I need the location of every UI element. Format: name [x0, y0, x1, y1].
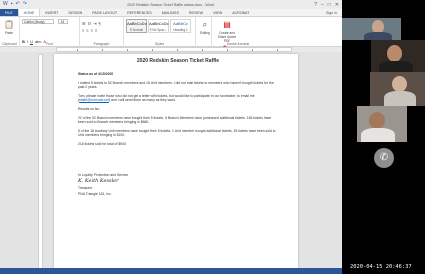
find-icon: ⌕	[202, 20, 208, 29]
tab-mailings[interactable]: MAILINGS	[157, 9, 184, 16]
window-title: 2020 Redskin Season Ticket Raffle status…	[127, 2, 214, 7]
styles-group: AaBbCcDc ¶ Normal AaBbCcDc ¶ No Spac... …	[124, 17, 196, 47]
document-title: 2020 Redskin Season Ticket Raffle	[136, 58, 220, 64]
recording-timestamp: 2020-04-15 20:46:37	[350, 264, 412, 270]
status-line: Status as of 4/15/2020	[78, 72, 114, 76]
clipboard-group: 📋 Paste Clipboard	[0, 17, 20, 47]
status-bar	[0, 268, 342, 274]
font-name-select[interactable]: Calibri (Body)	[22, 19, 54, 24]
signature: K. Keith Kessler	[78, 178, 119, 185]
end-call-button[interactable]: ✆	[374, 148, 394, 168]
tab-design[interactable]: DESIGN	[64, 9, 88, 16]
styles-label: Styles	[154, 42, 165, 46]
sign-in-link[interactable]: Sign in	[321, 9, 342, 16]
align-right-icon[interactable]: ≡	[91, 28, 93, 33]
pdf-icon: ▤	[223, 20, 231, 29]
tab-file[interactable]: FILE	[0, 9, 18, 16]
list-buttons: ☰ ☷ ⇥ ¶	[82, 21, 121, 26]
tab-references[interactable]: REFERENCES	[122, 9, 157, 16]
quick-access-toolbar: W ▪ ↶ ↷	[3, 0, 27, 9]
document-area: 2020 Redskin Season Ticket Raffle Status…	[0, 52, 342, 274]
participant-video-3[interactable]	[370, 72, 425, 106]
style-normal[interactable]: AaBbCcDc ¶ Normal	[126, 19, 147, 33]
style-heading-1[interactable]: AaBbCc Heading 1	[170, 19, 191, 33]
participant-video-2[interactable]	[371, 40, 425, 72]
pilcrow-icon[interactable]: ¶	[99, 21, 101, 26]
indent-icon[interactable]: ⇥	[93, 21, 96, 26]
paragraph-label: Paragraph	[93, 42, 110, 46]
numbering-icon[interactable]: ☷	[88, 21, 92, 26]
paste-button[interactable]: 📋 Paste	[4, 19, 14, 35]
clipboard-label: Clipboard	[2, 42, 17, 46]
ribbon-tabs: FILE HOME INSERT DESIGN PAGE LAYOUT REFE…	[0, 9, 342, 17]
tab-view[interactable]: VIEW	[208, 9, 227, 16]
participant-video-1[interactable]	[342, 18, 401, 40]
create-pdf-button[interactable]: ▤ Create and Share Adobe PDF	[216, 19, 238, 43]
clipboard-icon: 📋	[4, 20, 14, 29]
participant-2-face	[387, 45, 402, 62]
email-link[interactable]: kfaith@comcast.net	[79, 98, 109, 102]
signer-role: Treasurer	[78, 186, 93, 191]
screen: W ▪ ↶ ↷ 2020 Redskin Season Ticket Raffl…	[0, 0, 425, 274]
participant-video-4[interactable]	[357, 106, 407, 142]
word-icon: W	[3, 1, 8, 7]
ribbon: 📋 Paste Clipboard Calibri (Body) 14 B I …	[0, 17, 342, 63]
undo-icon[interactable]: ↶	[16, 0, 20, 9]
title-bar: W ▪ ↶ ↷ 2020 Redskin Season Ticket Raffl…	[0, 0, 342, 9]
style-no-spacing[interactable]: AaBbCcDc ¶ No Spac...	[148, 19, 169, 33]
phone-icon: ✆	[379, 152, 389, 163]
align-left-icon[interactable]: ≡	[82, 28, 84, 33]
paragraph-mailing: I mailed 5 tickets to 52 Branch members …	[78, 80, 274, 90]
total-line: 218 tickets sold for total of $940	[78, 141, 126, 146]
tab-page-layout[interactable]: PAGE LAYOUT	[87, 9, 122, 16]
tab-acrobat[interactable]: ACROBAT	[227, 9, 254, 16]
paragraph-branch-results: 22 of the 52 Branch members have bought …	[78, 115, 272, 125]
adobe-acrobat-label: Adobe Acrobat	[226, 42, 250, 46]
paragraph-invite: Tom, please invite those who did not get…	[78, 93, 255, 103]
participant-3-face	[392, 76, 407, 92]
tab-home[interactable]: HOME	[17, 9, 41, 16]
minimize-icon[interactable]: –	[321, 2, 324, 8]
paragraph-unit-results: 5 of the 18 Auxiliary Unit members have …	[78, 128, 276, 138]
window-controls: ? – □ ✕	[314, 2, 339, 8]
align-buttons: ≡ ≡ ≡ ≡	[82, 28, 121, 33]
font-size-select[interactable]: 14	[58, 19, 69, 24]
signer-org: PNA Triangle 181, Inc.	[78, 191, 112, 196]
vertical-ruler[interactable]	[38, 54, 43, 274]
adobe-acrobat-group: ▤ Create and Share Adobe PDF ✎ Request S…	[212, 17, 264, 63]
font-label: Font	[46, 42, 53, 46]
align-center-icon[interactable]: ≡	[86, 28, 88, 33]
results-heading: Results so far:	[78, 106, 100, 111]
close-icon[interactable]: ✕	[335, 2, 339, 8]
maximize-icon[interactable]: □	[328, 2, 331, 8]
tab-review[interactable]: REVIEW	[184, 9, 208, 16]
help-icon[interactable]: ?	[314, 2, 317, 8]
closing-line: In Loyalty, Protection and Service	[78, 172, 129, 177]
document-page[interactable]: 2020 Redskin Season Ticket Raffle Status…	[54, 54, 298, 274]
save-icon[interactable]: ▪	[11, 0, 13, 9]
participant-4-face	[369, 112, 385, 129]
bullets-icon[interactable]: ☰	[82, 21, 86, 26]
editing-group: ⌕ Editing	[196, 17, 212, 47]
document-body: 2020 Redskin Season Ticket Raffle Status…	[78, 58, 278, 197]
font-group: Calibri (Body) 14 B I U abc A Font	[20, 17, 80, 47]
word-window: W ▪ ↶ ↷ 2020 Redskin Season Ticket Raffl…	[0, 0, 342, 274]
justify-icon[interactable]: ≡	[95, 28, 97, 33]
tab-insert[interactable]: INSERT	[40, 9, 63, 16]
paragraph-group: ☰ ☷ ⇥ ¶ ≡ ≡ ≡ ≡ Paragraph	[80, 17, 124, 47]
editing-button[interactable]: ⌕ Editing	[200, 19, 210, 35]
